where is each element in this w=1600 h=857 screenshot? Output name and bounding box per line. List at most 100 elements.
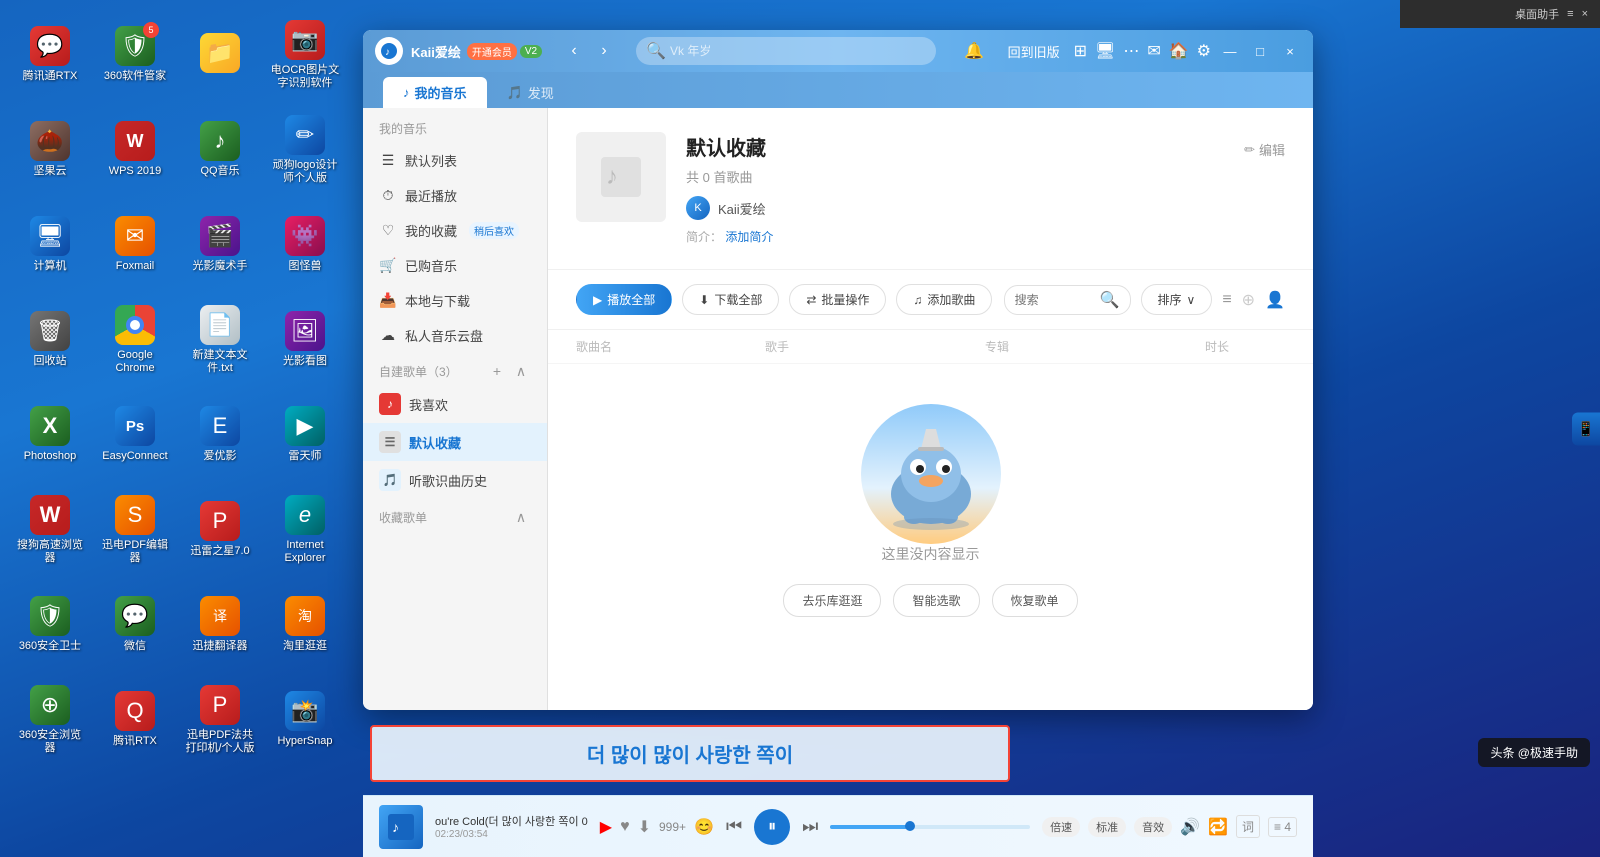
icon-ie[interactable]: e Internet Explorer xyxy=(265,485,345,575)
icon-foxmail[interactable]: ✉ Foxmail xyxy=(95,200,175,290)
icon-folder[interactable]: 📁 xyxy=(180,10,260,100)
icon-taobao[interactable]: 淘 淘里逛逛 xyxy=(265,580,345,670)
icon-tencent-rtx2[interactable]: Q 腾讯RTX xyxy=(95,675,175,765)
icon-logo-design[interactable]: ✏ 顽狗logo设计师个人版 xyxy=(265,105,345,195)
user-icon[interactable]: 👤 xyxy=(1265,290,1285,310)
forward-button[interactable]: › xyxy=(592,39,616,63)
icon-aiyou[interactable]: ▶ 雷天师 xyxy=(265,390,345,480)
icon-settings[interactable]: ⚙ xyxy=(1197,41,1211,61)
sidebar-item-cloud[interactable]: ☁ 私人音乐云盘 xyxy=(363,318,547,353)
icon-chrome[interactable]: Google Chrome xyxy=(95,295,175,385)
desc-placeholder[interactable]: 添加简介 xyxy=(725,230,773,244)
member-badge[interactable]: 开通会员 xyxy=(467,43,517,60)
system-menu-icon[interactable]: ≡ xyxy=(1567,8,1573,20)
grid-view-icon[interactable]: ⊕ xyxy=(1242,290,1255,310)
list-view-icon[interactable]: ≡ xyxy=(1222,291,1231,309)
icon-nuts-cloud[interactable]: 🌰 坚果云 xyxy=(10,105,90,195)
icon-speed-translate[interactable]: 译 迅捷翻译器 xyxy=(180,580,260,670)
icon-new-text[interactable]: 📄 新建文本文件.txt xyxy=(180,295,260,385)
player-download-icon[interactable]: ⬇ xyxy=(638,817,651,837)
emoji-icon[interactable]: 😊 xyxy=(694,817,714,837)
icon-movie-magic[interactable]: 🎬 光影魔术手 xyxy=(180,200,260,290)
youtube-icon[interactable]: ▶ xyxy=(600,817,612,837)
icon-ms-excel[interactable]: X Photoshop xyxy=(10,390,90,480)
go-library-btn[interactable]: 去乐库逛逛 xyxy=(783,584,881,617)
add-song-btn[interactable]: ♫ 添加歌曲 xyxy=(896,284,992,315)
smart-select-btn[interactable]: 智能选歌 xyxy=(893,584,979,617)
icon-pdf-editor[interactable]: P 迅雷之星7.0 xyxy=(180,485,260,575)
repeat-icon[interactable]: 🔁 xyxy=(1208,817,1228,837)
sidebar-item-purchased[interactable]: 🛒 已购音乐 xyxy=(363,248,547,283)
sidebar-item-recent[interactable]: ⏱ 最近播放 xyxy=(363,178,547,213)
icon-ms-word[interactable]: W 搜狗高速浏览器 xyxy=(10,485,90,575)
window-maximize-btn[interactable]: □ xyxy=(1249,40,1271,62)
window-close-btn[interactable]: × xyxy=(1279,40,1301,62)
sidebar-item-default-collection[interactable]: ☰ 默认收藏 xyxy=(363,423,547,461)
sidebar-item-local[interactable]: 📥 本地与下载 xyxy=(363,283,547,318)
icon-easyconnect[interactable]: E 爱优影 xyxy=(180,390,260,480)
icon-label-ocr: 电OCR图片文字识别软件 xyxy=(270,64,340,90)
collapse-playlists-btn[interactable]: ∧ xyxy=(511,361,531,381)
player-thumbnail[interactable]: ♪ xyxy=(379,805,423,849)
icon-mail[interactable]: ✉ xyxy=(1147,41,1160,61)
tab-discover[interactable]: 🎵 发现 xyxy=(487,77,574,108)
sidebar-item-default-list[interactable]: ☰ 默认列表 xyxy=(363,143,547,178)
icon-label-qqmusic: QQ音乐 xyxy=(200,165,239,178)
volume-icon[interactable]: 🔊 xyxy=(1180,817,1200,837)
icon-grid[interactable]: ⊞ xyxy=(1074,41,1087,61)
sidebar-item-history[interactable]: 🎵 听歌识曲历史 xyxy=(363,461,547,499)
icon-monster[interactable]: 👾 图怪兽 xyxy=(265,200,345,290)
prev-btn[interactable]: ⏮ xyxy=(726,816,742,837)
back-button[interactable]: ‹ xyxy=(562,39,586,63)
play-all-btn[interactable]: ▶ 播放全部 xyxy=(576,284,672,315)
pause-btn[interactable]: ⏸ xyxy=(754,809,790,845)
window-minimize-btn[interactable]: — xyxy=(1219,40,1241,62)
inline-search-input[interactable] xyxy=(1015,293,1095,307)
batch-ops-btn[interactable]: ⇄ 批量操作 xyxy=(789,284,886,315)
icon-tencent-rtx[interactable]: 💬 腾讯通RTX xyxy=(10,10,90,100)
collection-edit-btn[interactable]: ✏ 编辑 xyxy=(1244,140,1285,159)
lyrics-btn[interactable]: 词 xyxy=(1236,815,1260,838)
like-icon[interactable]: ♥ xyxy=(620,818,630,836)
sort-btn[interactable]: 排序 ∨ xyxy=(1141,284,1213,315)
search-bar[interactable]: 🔍 xyxy=(636,37,936,65)
add-playlist-btn[interactable]: + xyxy=(487,361,507,381)
icon-360-guard[interactable]: 🛡 360安全卫士 xyxy=(10,580,90,670)
icon-qq-music[interactable]: ♪ QQ音乐 xyxy=(180,105,260,195)
icon-bell2[interactable]: 🏠 xyxy=(1169,41,1189,61)
icon-hypersnap[interactable]: 📸 HyperSnap xyxy=(265,675,345,765)
right-tool-panel[interactable]: 📱 xyxy=(1572,412,1600,445)
icon-pdf-print[interactable]: P 迅电PDF法共打印机/个人版 xyxy=(180,675,260,765)
icon-360-software[interactable]: 🛡5 360软件管家 xyxy=(95,10,175,100)
system-close-icon[interactable]: × xyxy=(1582,8,1588,20)
icon-wechat[interactable]: 💬 微信 xyxy=(95,580,175,670)
lyrics-banner: 더 많이 많이 사랑한 쪽이 xyxy=(370,725,1010,782)
collapse-collected-btn[interactable]: ∧ xyxy=(511,507,531,527)
icon-ocr[interactable]: 📷 电OCR图片文字识别软件 xyxy=(265,10,345,100)
inline-search[interactable]: 🔍 xyxy=(1004,285,1131,315)
icon-sogou[interactable]: S 迅电PDF编辑器 xyxy=(95,485,175,575)
speed-btn[interactable]: 倍速 xyxy=(1042,817,1080,837)
icon-apps[interactable]: ⋯ xyxy=(1123,41,1139,61)
download-all-btn[interactable]: ⬇ 下载全部 xyxy=(682,284,779,315)
next-btn[interactable]: ⏭ xyxy=(802,816,818,837)
bell-icon[interactable]: 🔔 xyxy=(964,41,984,61)
icon-monitor[interactable]: 🖥 xyxy=(1095,41,1115,61)
icon-computer[interactable]: 🖥 计算机 xyxy=(10,200,90,290)
icon-360-browser[interactable]: ⊕ 360安全浏览器 xyxy=(10,675,90,765)
tab-my-music[interactable]: ♪ 我的音乐 xyxy=(383,77,487,108)
sidebar-item-love[interactable]: ♪ 我喜欢 xyxy=(363,385,547,423)
icon-wps[interactable]: W WPS 2019 xyxy=(95,105,175,195)
player-progress-bar[interactable] xyxy=(830,825,1030,829)
sound-effect-btn[interactable]: 音效 xyxy=(1134,817,1172,837)
icon-light-shadow[interactable]: 🖼 光影看图 xyxy=(265,295,345,385)
restore-playlist-btn[interactable]: 恢复歌单 xyxy=(992,584,1078,617)
search-input[interactable] xyxy=(670,44,926,58)
icon-photoshop[interactable]: Ps EasyConnect xyxy=(95,390,175,480)
sidebar-item-collection[interactable]: ♡ 我的收藏 稍后喜欢 xyxy=(363,213,547,248)
comment-count[interactable]: 999+ xyxy=(659,820,686,834)
quality-btn[interactable]: 标准 xyxy=(1088,817,1126,837)
playlist-count[interactable]: ≡ 4 xyxy=(1268,817,1297,837)
icon-recycle[interactable]: 🗑 回收站 xyxy=(10,295,90,385)
return-old-btn[interactable]: 回到旧版 xyxy=(1002,40,1066,63)
